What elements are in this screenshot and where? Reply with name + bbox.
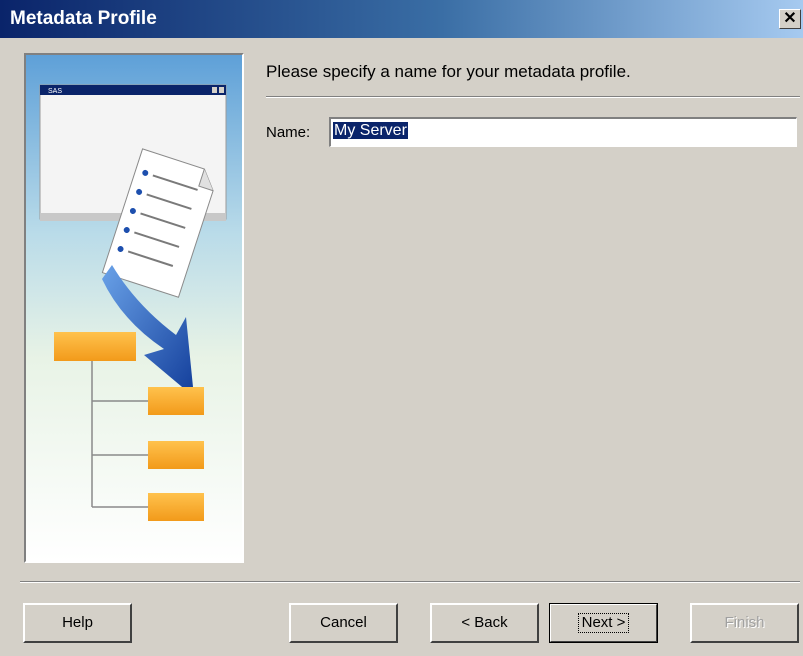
- cancel-button[interactable]: Cancel: [289, 603, 398, 643]
- finish-button-label: Finish: [724, 614, 765, 631]
- name-label-text: Name:: [266, 124, 311, 141]
- next-button[interactable]: Next >: [549, 603, 658, 643]
- instruction-text: Please specify a name for your metadata …: [266, 62, 631, 81]
- help-button-label: Help: [62, 614, 93, 631]
- name-input-value: My Server: [333, 122, 408, 139]
- close-button[interactable]: ✕: [779, 9, 801, 29]
- mini-window-title: SAS: [48, 88, 62, 95]
- wizard-illustration: SAS: [24, 53, 244, 563]
- window-title: Metadata Profile: [10, 8, 157, 29]
- name-label: Name:: [266, 124, 310, 141]
- finish-button[interactable]: Finish: [690, 603, 799, 643]
- close-icon: ✕: [783, 10, 797, 27]
- back-button[interactable]: < Back: [430, 603, 539, 643]
- separator-bottom: [20, 581, 800, 583]
- cancel-button-label: Cancel: [320, 614, 367, 631]
- title-bar: Metadata Profile ✕: [0, 0, 803, 38]
- help-button[interactable]: Help: [23, 603, 132, 643]
- name-input[interactable]: My Server: [329, 117, 797, 147]
- back-button-label: < Back: [461, 614, 508, 631]
- next-button-label: Next >: [577, 613, 630, 633]
- separator-top: [266, 96, 800, 98]
